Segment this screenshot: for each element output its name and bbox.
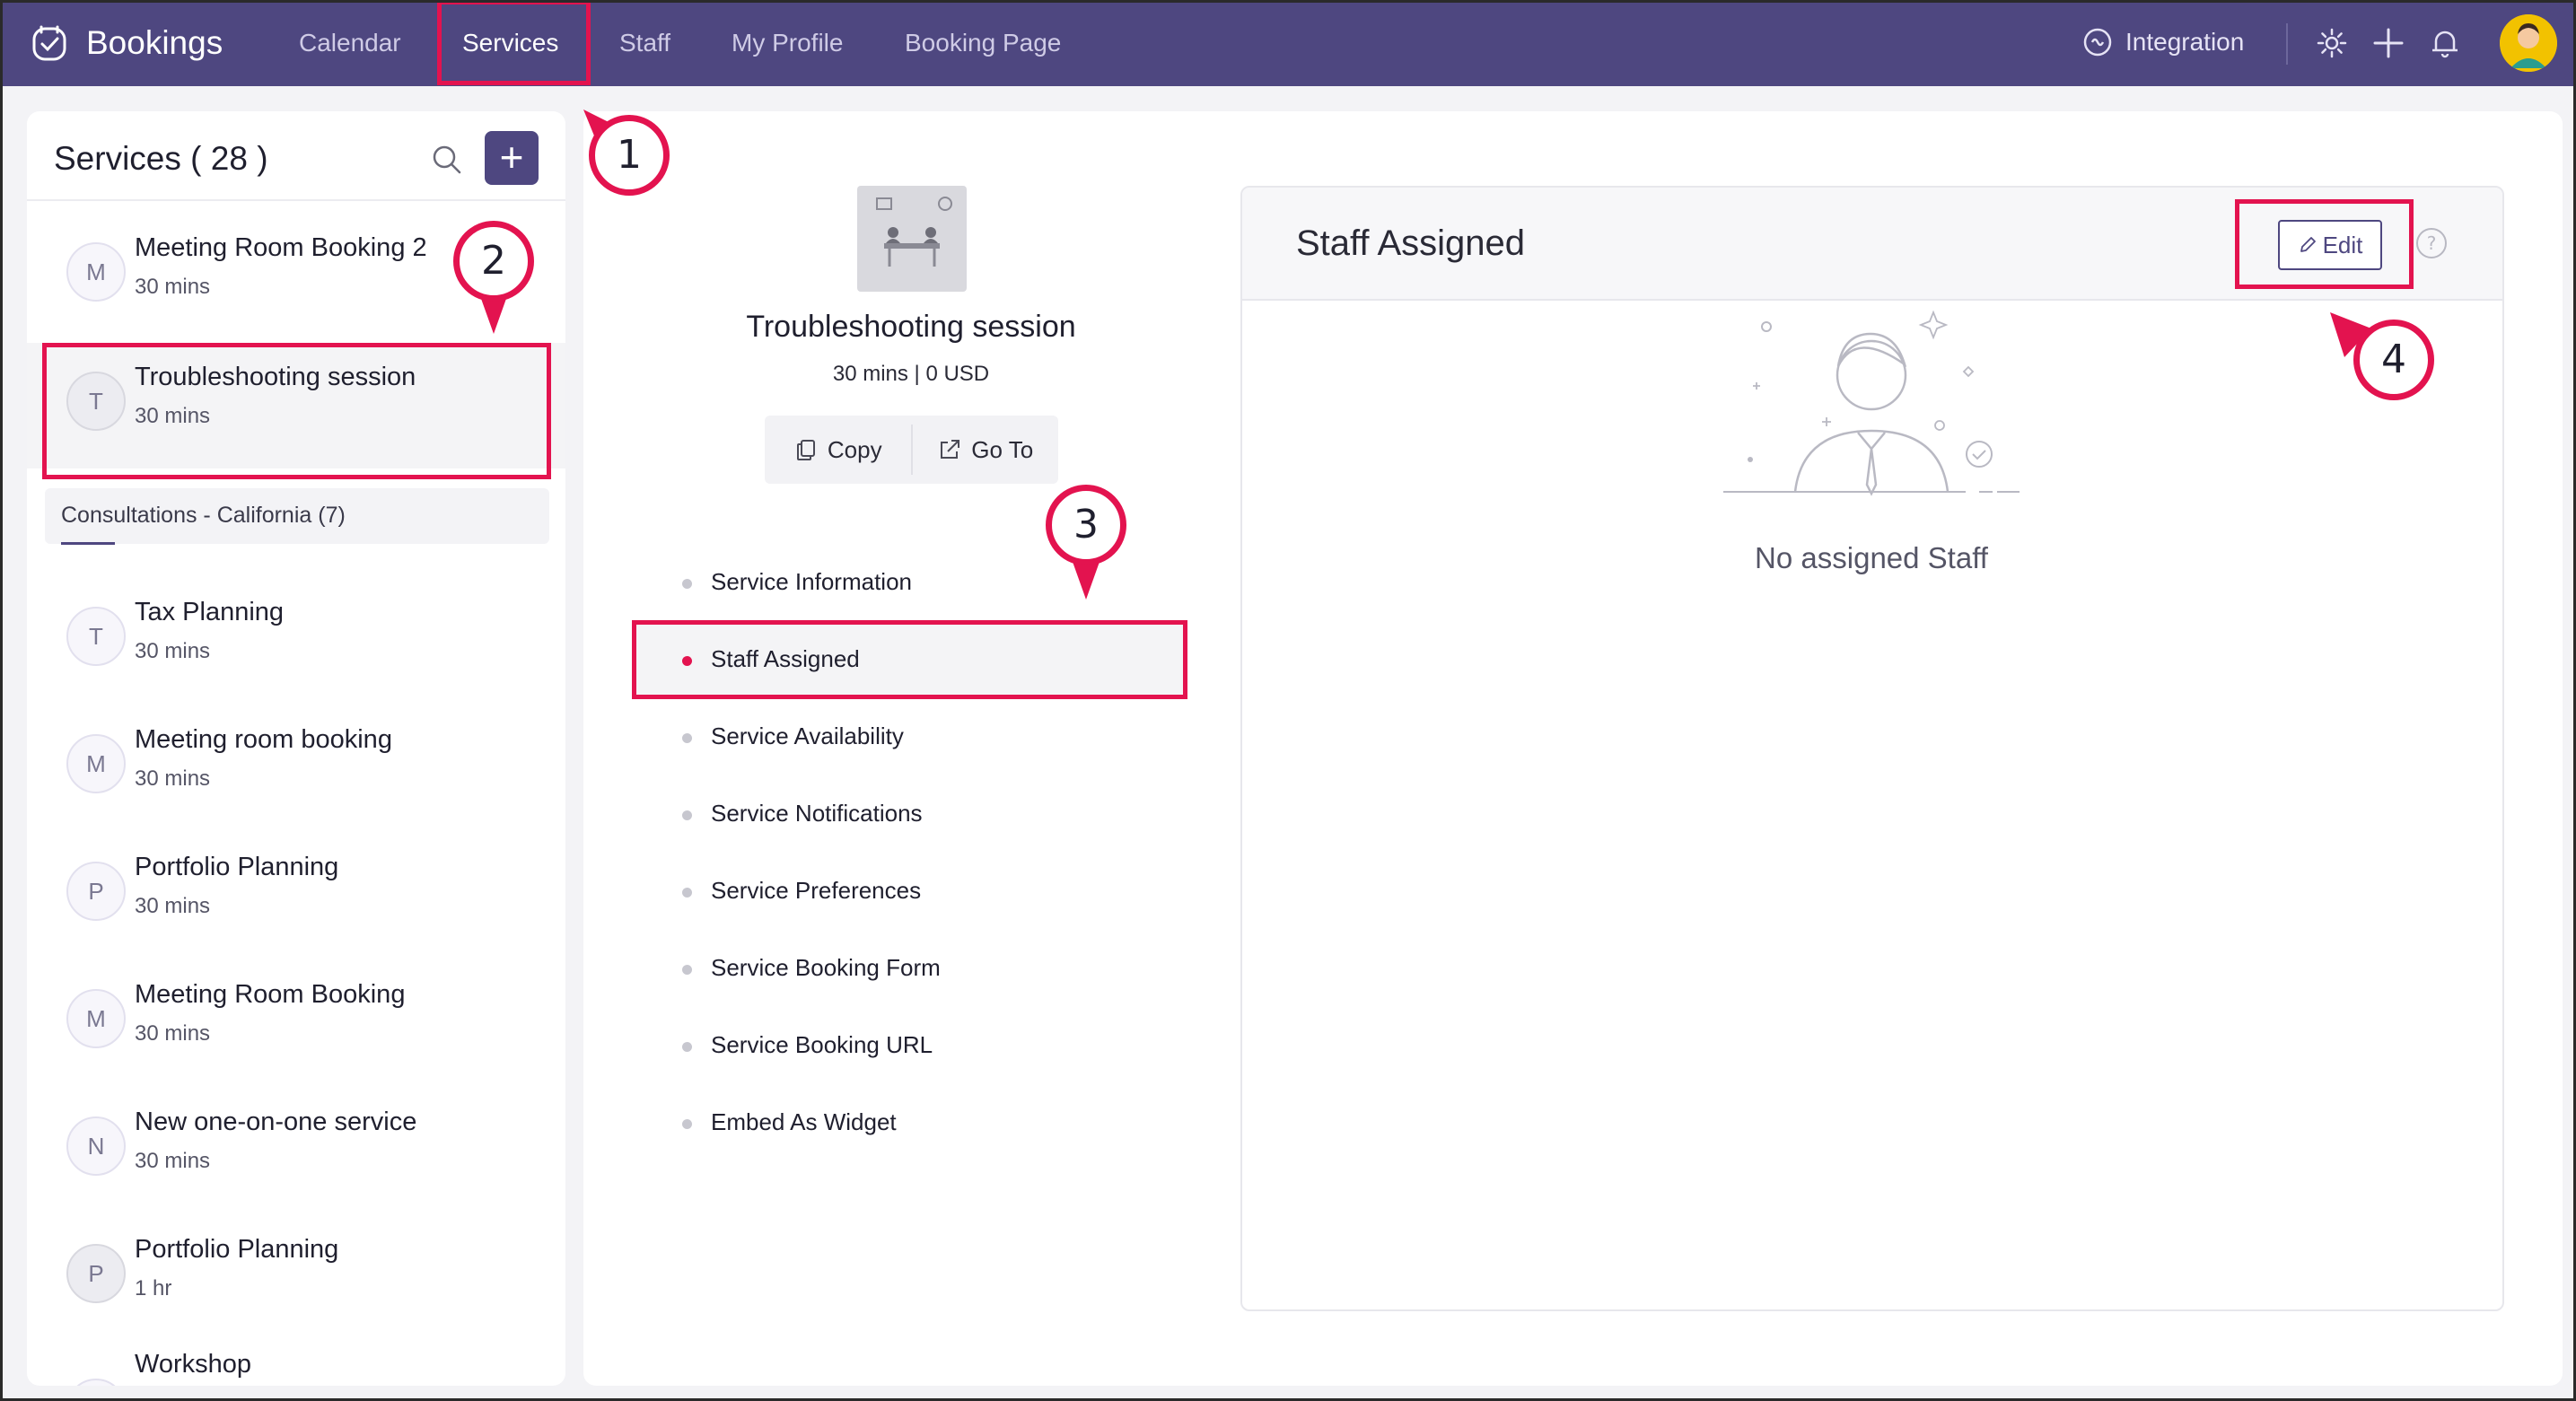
menu-service-notifications[interactable]: Service Notifications — [682, 778, 1185, 850]
service-meta: 30 mins | 0 USD — [832, 362, 990, 386]
user-avatar[interactable] — [2500, 14, 2557, 72]
app-name: Bookings — [86, 24, 223, 61]
settings-icon[interactable] — [2314, 25, 2350, 61]
service-item[interactable]: M Meeting Room Booking 30 mins — [27, 948, 565, 1073]
menu-label: Embed As Widget — [711, 1108, 897, 1135]
user-avatar-image-icon — [2500, 14, 2557, 72]
service-name: Meeting room booking — [135, 725, 392, 754]
service-item[interactable]: M Meeting room booking 30 mins — [27, 693, 565, 819]
service-title: Troubleshooting session — [746, 310, 1076, 344]
menu-bullet — [682, 810, 692, 820]
service-duration: 30 mins — [135, 1021, 211, 1046]
service-name: Meeting Room Booking — [135, 980, 406, 1009]
service-initial-avatar — [66, 1379, 126, 1386]
integration-label: Integration — [2125, 28, 2245, 56]
topbar-divider — [2286, 23, 2288, 65]
service-name: Meeting Room Booking 2 — [135, 233, 427, 262]
edit-button-highlight — [2235, 199, 2414, 289]
service-initial-avatar: P — [66, 862, 126, 921]
callout-1: 1 — [589, 115, 670, 196]
meeting-illustration-icon — [876, 197, 952, 267]
services-tab-highlight — [437, 0, 591, 85]
callout-2: 2 — [453, 221, 534, 302]
menu-label: Service Notifications — [711, 800, 923, 827]
integration-link[interactable]: Integration — [2082, 27, 2244, 57]
services-count-title: Services ( 28 ) — [54, 140, 268, 177]
service-initial-avatar: P — [66, 1244, 126, 1303]
bookings-logo-icon — [32, 25, 66, 61]
top-navigation-bar: Bookings Calendar Services Staff My Prof… — [0, 0, 2576, 86]
service-initial-avatar: M — [66, 734, 126, 793]
service-name: Tax Planning — [135, 598, 285, 626]
search-icon[interactable] — [429, 142, 465, 178]
service-action-group: Copy Go To — [765, 416, 1058, 484]
copy-button[interactable]: Copy — [765, 416, 911, 484]
add-service-button[interactable]: + — [485, 131, 539, 185]
no-staff-message: No assigned Staff — [1755, 541, 1988, 574]
service-duration: 1 hr — [135, 1276, 172, 1300]
menu-bullet — [682, 965, 692, 975]
service-item[interactable]: Workshop — [27, 1328, 565, 1386]
service-duration: 30 mins — [135, 894, 211, 918]
menu-service-preferences[interactable]: Service Preferences — [682, 855, 1185, 927]
menu-bullet — [682, 1042, 692, 1052]
no-staff-illustration-icon — [1723, 310, 2020, 496]
staff-assigned-highlight — [632, 620, 1187, 699]
service-initial-avatar: M — [66, 242, 126, 302]
menu-label: Service Availability — [711, 722, 904, 749]
menu-service-booking-url[interactable]: Service Booking URL — [682, 1010, 1185, 1081]
service-item[interactable]: P Portfolio Planning 1 hr — [27, 1203, 565, 1328]
menu-label: Service Booking Form — [711, 954, 941, 981]
service-item[interactable]: P Portfolio Planning 30 mins — [27, 820, 565, 946]
goto-button[interactable]: Go To — [913, 416, 1059, 484]
service-duration: 30 mins — [135, 766, 211, 791]
nav-booking-page[interactable]: Booking Page — [905, 29, 1061, 57]
help-icon-label: ? — [2427, 232, 2437, 254]
services-list-header: Services ( 28 ) + — [27, 111, 565, 201]
menu-service-availability[interactable]: Service Availability — [682, 701, 1185, 773]
menu-bullet — [682, 1119, 692, 1129]
service-group-label: Consultations - California (7) — [61, 503, 346, 528]
external-link-icon — [941, 440, 960, 459]
menu-service-booking-form[interactable]: Service Booking Form — [682, 933, 1185, 1004]
menu-label: Service Information — [711, 568, 912, 595]
group-underline — [61, 542, 115, 545]
selected-service-highlight — [42, 343, 551, 479]
callout-3: 3 — [1046, 485, 1126, 565]
menu-label: Service Preferences — [711, 877, 922, 904]
copy-icon — [796, 440, 815, 460]
menu-label: Service Booking URL — [711, 1031, 933, 1058]
service-initial-avatar: N — [66, 1116, 126, 1176]
service-name: Portfolio Planning — [135, 853, 339, 881]
service-name: Portfolio Planning — [135, 1235, 339, 1264]
help-icon[interactable]: ? — [2414, 226, 2449, 260]
service-name: Workshop — [135, 1350, 252, 1379]
menu-bullet — [682, 888, 692, 898]
service-image — [857, 186, 967, 292]
nav-my-profile[interactable]: My Profile — [732, 29, 843, 57]
bell-icon[interactable] — [2427, 25, 2463, 61]
app-brand[interactable]: Bookings — [27, 20, 223, 66]
service-initial-avatar: M — [66, 989, 126, 1048]
nav-staff[interactable]: Staff — [619, 29, 670, 57]
menu-bullet — [682, 733, 692, 743]
service-item[interactable]: T Tax Planning 30 mins — [27, 565, 565, 691]
menu-embed-as-widget[interactable]: Embed As Widget — [682, 1087, 1185, 1159]
staff-card-title: Staff Assigned — [1296, 223, 1525, 263]
callout-4: 4 — [2353, 320, 2434, 400]
service-duration: 30 mins — [135, 275, 211, 299]
menu-bullet — [682, 579, 692, 589]
service-duration: 30 mins — [135, 1149, 211, 1173]
service-group-header[interactable]: Consultations - California (7) — [45, 488, 549, 544]
copy-label: Copy — [827, 435, 882, 463]
service-item[interactable]: N New one-on-one service 30 mins — [27, 1075, 565, 1201]
nav-calendar[interactable]: Calendar — [299, 29, 401, 57]
plus-icon[interactable] — [2370, 25, 2406, 61]
service-name: New one-on-one service — [135, 1108, 417, 1136]
service-initial-avatar: T — [66, 607, 126, 666]
service-duration: 30 mins — [135, 639, 211, 663]
integration-icon — [2083, 28, 2112, 57]
goto-label: Go To — [971, 435, 1034, 463]
